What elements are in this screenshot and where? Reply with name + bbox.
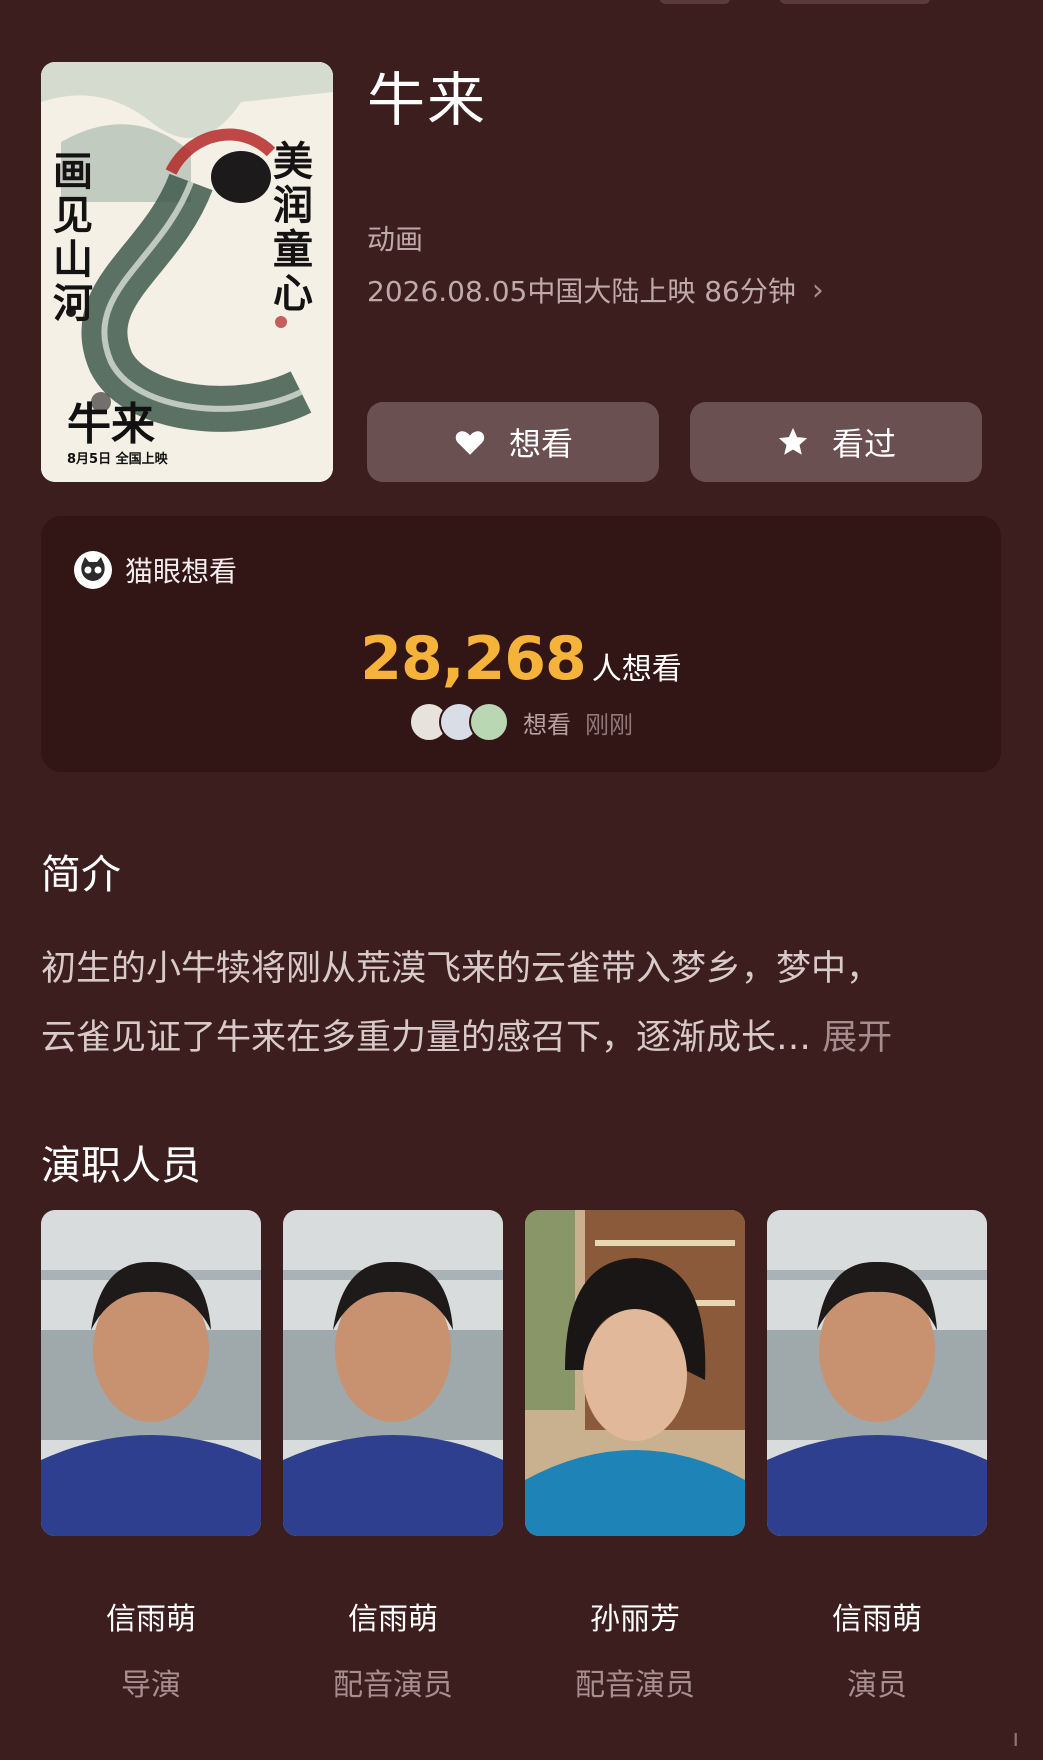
maoyan-want-card[interactable]: 猫眼想看 28,268 人想看 想看 刚刚 — [41, 516, 1001, 772]
cast-member[interactable]: 信雨萌 导演 — [41, 1210, 261, 1704]
watched-button[interactable]: 看过 — [690, 402, 982, 482]
person-photo — [41, 1210, 261, 1536]
cast-member[interactable]: 信雨萌 配音演员 — [283, 1210, 503, 1704]
movie-genre: 动画 — [367, 223, 424, 256]
watermark-mark: ı — [1012, 1724, 1019, 1752]
cast-photo — [767, 1210, 987, 1536]
cast-role: 导演 — [121, 1668, 181, 1703]
want-count-unit: 人想看 — [591, 652, 682, 687]
recent-action: 想看 — [523, 710, 571, 739]
cast-photo — [41, 1210, 261, 1536]
movie-title: 牛来 — [367, 66, 488, 134]
cast-member[interactable]: 孙丽芳 配音演员 — [525, 1210, 745, 1704]
cast-role: 演员 — [847, 1668, 907, 1703]
cast-role: 配音演员 — [575, 1668, 695, 1703]
poster-title: 牛来 — [67, 399, 155, 450]
movie-poster[interactable]: 画见山河 美润童心 牛来 8月5日 全国上映 — [41, 62, 333, 482]
cast-photo — [283, 1210, 503, 1536]
want-count-row: 28,268 人想看 — [41, 624, 1001, 694]
card-header: 猫眼想看 — [73, 550, 237, 590]
cast-role: 配音演员 — [333, 1668, 453, 1703]
person-photo — [767, 1210, 987, 1536]
expand-link[interactable]: 展开 — [822, 1018, 892, 1058]
person-photo — [525, 1210, 745, 1536]
cast-photo — [525, 1210, 745, 1536]
release-info-text: 2026.08.05中国大陆上映 86分钟 — [367, 275, 796, 308]
top-edge-tab — [780, 0, 930, 4]
release-info-link[interactable]: 2026.08.05中国大陆上映 86分钟 › — [367, 270, 824, 310]
cast-name: 孙丽芳 — [590, 1602, 680, 1637]
want-label: 想看 — [508, 425, 573, 463]
source-label: 猫眼想看 — [125, 555, 238, 588]
seen-label: 看过 — [831, 425, 896, 463]
synopsis-text[interactable]: 初生的小牛犊将刚从荒漠飞来的云雀带入梦乡，梦中， 云雀见证了牛来在多重力量的感召… — [41, 935, 1001, 1073]
cat-logo-icon — [74, 551, 112, 589]
cast-name: 信雨萌 — [832, 1602, 922, 1637]
chevron-right-icon: › — [811, 272, 824, 308]
cast-name: 信雨萌 — [106, 1602, 196, 1637]
poster-slogan-right: 美润童心 — [273, 138, 313, 317]
synopsis-line-2: 云雀见证了牛来在多重力量的感召下，逐渐成长… 展开 — [41, 1004, 1001, 1073]
synopsis-heading: 简介 — [41, 852, 121, 898]
star-icon — [778, 427, 808, 455]
cast-heading: 演职人员 — [41, 1143, 201, 1189]
want-count: 28,268 — [360, 624, 587, 694]
avatar-stack — [409, 702, 509, 742]
synopsis-line: 云雀见证了牛来在多重力量的感召下，逐渐成长… — [41, 1018, 812, 1058]
synopsis-line: 初生的小牛犊将刚从荒漠飞来的云雀带入梦乡，梦中， — [41, 949, 882, 989]
recent-activity: 想看 刚刚 — [41, 702, 1001, 742]
person-photo — [283, 1210, 503, 1536]
poster-slogan-left: 画见山河 — [53, 148, 93, 327]
recent-time: 刚刚 — [585, 710, 633, 739]
avatar — [469, 702, 509, 742]
poster-date: 8月5日 全国上映 — [67, 452, 168, 467]
cast-name: 信雨萌 — [348, 1602, 438, 1637]
top-edge-tab — [660, 0, 730, 4]
cast-list: 信雨萌 导演 信雨萌 配音演员 孙丽芳 配音演员 信雨萌 演员 — [41, 1210, 1001, 1703]
cast-member[interactable]: 信雨萌 演员 — [767, 1210, 987, 1704]
heart-icon — [455, 431, 485, 455]
want-to-watch-button[interactable]: 想看 — [367, 402, 659, 482]
